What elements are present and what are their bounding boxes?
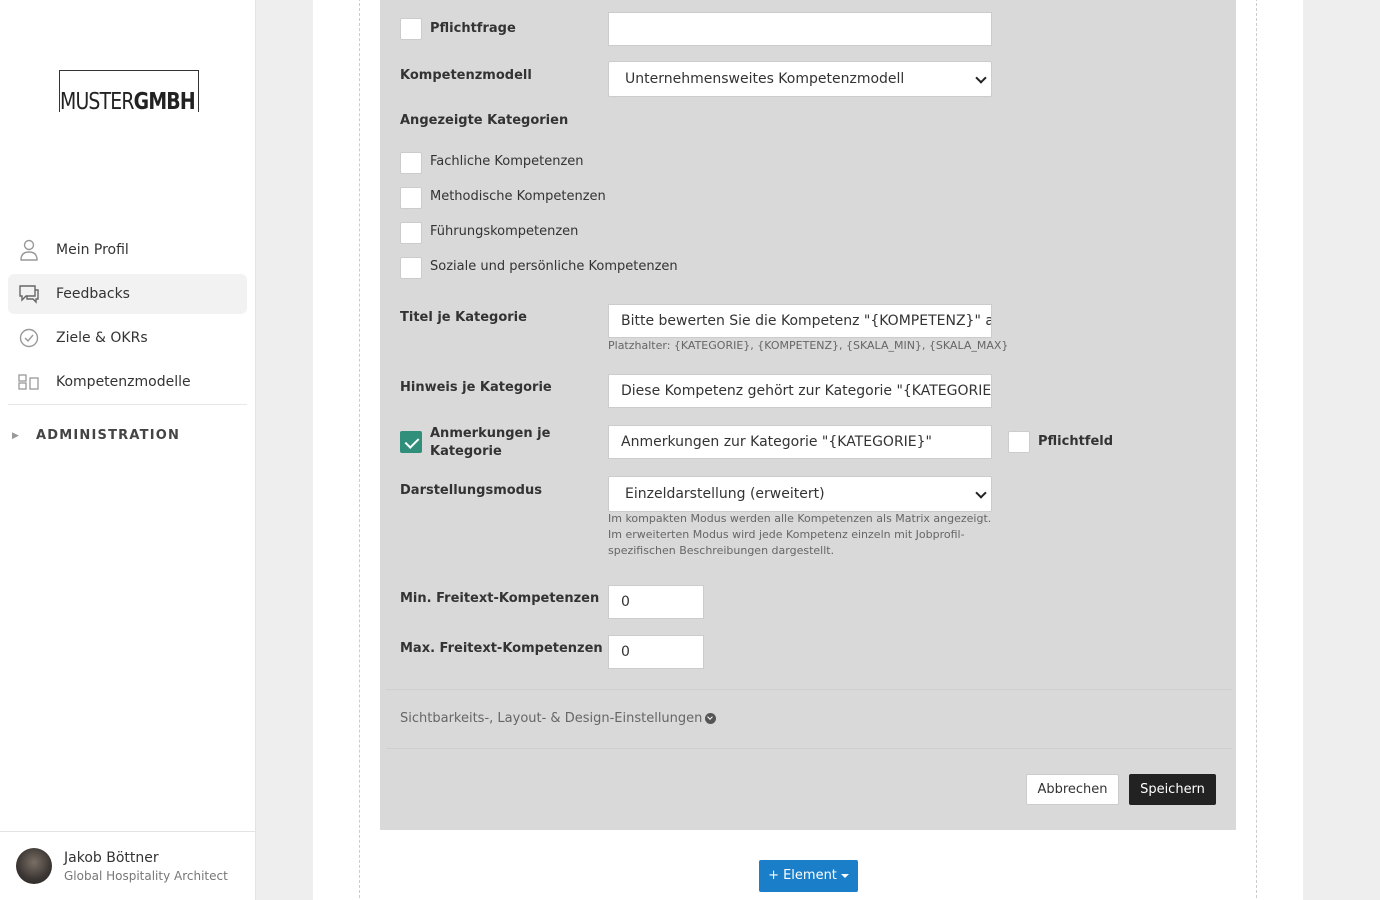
chevron-down-icon	[975, 487, 987, 499]
sidebar-item-kompetenzmodelle[interactable]: Kompetenzmodelle	[8, 362, 247, 402]
sidebar-item-label: Kompetenzmodelle	[56, 374, 191, 390]
min-freetext-input[interactable]: 0	[608, 585, 704, 619]
category-label: Soziale und persönliche Kompetenzen	[430, 259, 678, 274]
user-name: Jakob Böttner	[64, 850, 159, 866]
admin-label: ADMINISTRATION	[36, 428, 181, 443]
required-field-label: Pflichtfeld	[1038, 434, 1114, 449]
title-per-category-label: Titel je Kategorie	[400, 310, 527, 325]
user-role: Global Hospitality Architect	[64, 869, 228, 883]
sidebar-item-administration[interactable]: ▶ ADMINISTRATION	[12, 428, 180, 443]
company-logo[interactable]: MUSTERGMBH	[59, 70, 199, 115]
element-edit-panel: Pflichtfrage Kompetenzmodell Unternehmen…	[380, 0, 1236, 830]
notes-per-category-label: Anmerkungen je Kategorie	[430, 426, 551, 459]
required-field-checkbox[interactable]	[1008, 431, 1030, 453]
category-label: Fachliche Kompetenzen	[430, 154, 584, 169]
grid-icon	[18, 371, 40, 393]
placeholder-hint: Platzhalter: {KATEGORIE}, {KOMPETENZ}, {…	[608, 339, 1009, 352]
min-freetext-label: Min. Freitext-Kompetenzen	[400, 591, 600, 606]
chevron-down-icon	[975, 72, 987, 84]
user-icon	[18, 239, 40, 261]
display-mode-select[interactable]: Einzeldarstellung (erweitert)	[608, 476, 992, 512]
max-freetext-input[interactable]: 0	[608, 635, 704, 669]
display-mode-value: Einzeldarstellung (erweitert)	[625, 486, 825, 502]
settings-toggle-label: Sichtbarkeits-, Layout- & Design-Einstel…	[400, 711, 703, 726]
categories-label: Angezeigte Kategorien	[400, 113, 569, 128]
hint-per-category-input[interactable]: Diese Kompetenz gehört zur Kategorie "{K…	[608, 374, 992, 408]
user-profile[interactable]: Jakob Böttner Global Hospitality Archite…	[0, 831, 255, 900]
sidebar-item-feedbacks[interactable]: Feedbacks	[8, 274, 247, 314]
display-mode-hint: Im kompakten Modus werden alle Kompetenz…	[608, 512, 992, 557]
category-label: Methodische Kompetenzen	[430, 189, 606, 204]
category-label: Führungskompetenzen	[430, 224, 579, 239]
check-circle-icon	[18, 327, 40, 349]
required-question-label: Pflichtfrage	[430, 21, 516, 36]
chevron-down-circle-icon	[705, 713, 717, 724]
category-checkbox-fachlich[interactable]	[400, 152, 422, 174]
logo-text: MUSTERGMBH	[60, 89, 197, 115]
avatar	[16, 848, 52, 884]
category-checkbox-sozial[interactable]	[400, 257, 422, 279]
save-button[interactable]: Speichern	[1129, 774, 1216, 805]
main-content: Pflichtfrage Kompetenzmodell Unternehmen…	[313, 0, 1303, 900]
category-checkbox-methodisch[interactable]	[400, 187, 422, 209]
question-text-input[interactable]	[608, 12, 992, 46]
competency-model-label: Kompetenzmodell	[400, 68, 532, 83]
required-question-checkbox[interactable]	[400, 18, 422, 40]
settings-toggle-link[interactable]: Sichtbarkeits-, Layout- & Design-Einstel…	[400, 711, 717, 726]
sidebar: MUSTERGMBH Mein Profil Feedbacks Ziele &…	[0, 0, 256, 900]
title-per-category-input[interactable]: Bitte bewerten Sie die Kompetenz "{KOMPE…	[608, 304, 992, 338]
sidebar-nav: Mein Profil Feedbacks Ziele & OKRs Kompe…	[8, 230, 247, 405]
sidebar-item-mein-profil[interactable]: Mein Profil	[8, 230, 247, 270]
chat-icon	[18, 283, 40, 305]
category-checkbox-fuehrung[interactable]	[400, 222, 422, 244]
add-element-label: + Element	[768, 868, 837, 883]
sidebar-item-label: Ziele & OKRs	[56, 330, 148, 346]
caret-down-icon	[840, 873, 849, 878]
sidebar-item-label: Mein Profil	[56, 242, 129, 258]
divider	[386, 748, 1232, 749]
notes-per-category-input[interactable]: Anmerkungen zur Kategorie "{KATEGORIE}"	[608, 425, 992, 459]
notes-per-category-checkbox[interactable]	[400, 431, 422, 453]
sidebar-item-label: Feedbacks	[56, 286, 130, 302]
competency-model-value: Unternehmensweites Kompetenzmodell	[625, 71, 905, 87]
sidebar-item-ziele-okrs[interactable]: Ziele & OKRs	[8, 318, 247, 358]
cancel-button[interactable]: Abbrechen	[1026, 774, 1119, 805]
display-mode-label: Darstellungsmodus	[400, 483, 542, 498]
nav-divider	[8, 404, 247, 405]
add-element-button[interactable]: + Element	[759, 860, 858, 892]
max-freetext-label: Max. Freitext-Kompetenzen	[400, 641, 603, 656]
divider	[386, 689, 1232, 690]
competency-model-select[interactable]: Unternehmensweites Kompetenzmodell	[608, 61, 992, 97]
hint-per-category-label: Hinweis je Kategorie	[400, 380, 552, 395]
chevron-right-icon: ▶	[12, 430, 19, 441]
